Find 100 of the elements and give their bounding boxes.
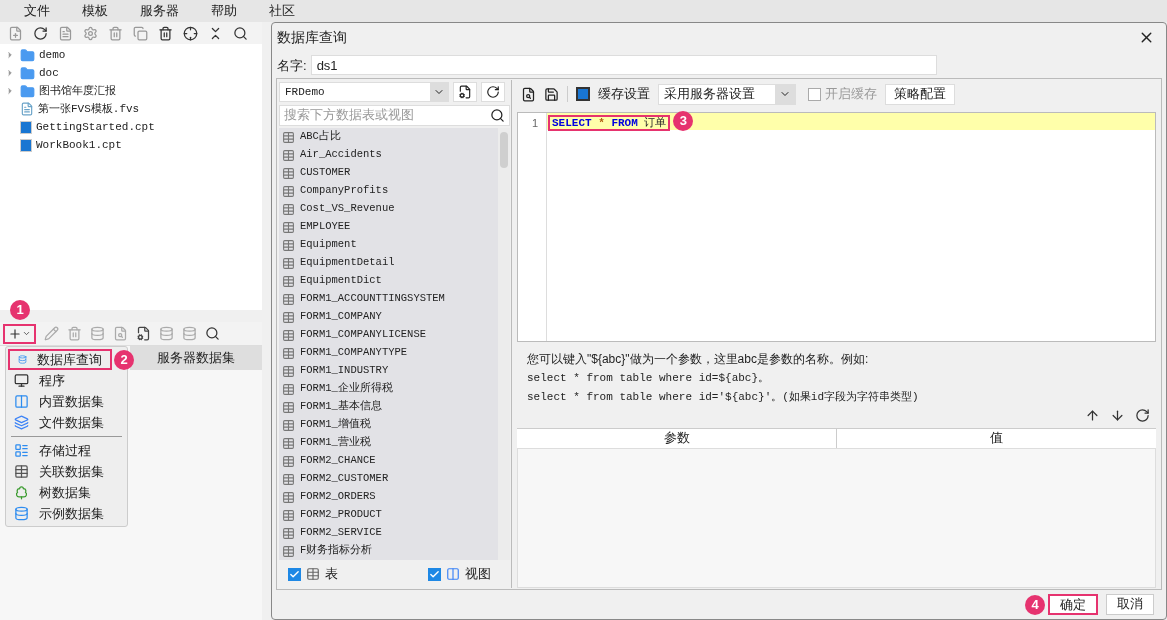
field-label: 缓存设置 <box>598 85 650 103</box>
menu-item[interactable]: 模板 <box>82 1 108 21</box>
search-icon <box>490 108 505 124</box>
menu-item[interactable]: 内置数据集 <box>6 391 127 412</box>
table-item[interactable]: FORM1_ACCOUNTTINGSYSTEM <box>300 291 445 308</box>
dialog-button[interactable]: 确定 <box>1048 594 1098 616</box>
database-icon[interactable] <box>182 326 197 341</box>
edit-connection-button[interactable] <box>453 82 477 103</box>
menu-item[interactable]: 帮助 <box>211 1 237 21</box>
database-icon <box>18 352 27 367</box>
help-text: select * from table where id='${abc}'。(如果id字段为字符串类型) <box>527 389 920 405</box>
table-item[interactable]: FORM1_营业税 <box>300 435 371 452</box>
sql-editor[interactable]: 1 SELECT * FROM 订单 3 <box>517 112 1156 343</box>
table-item[interactable]: FORM2_PRODUCT <box>300 507 382 524</box>
tree-item[interactable]: 图书馆年度汇报 <box>39 82 116 100</box>
refresh-icon[interactable] <box>33 25 48 41</box>
table-item[interactable]: EquipmentDetail <box>300 255 395 272</box>
menu-item[interactable]: 文件数据集 <box>6 412 127 433</box>
line-number: 1 <box>531 116 538 132</box>
database-icon[interactable] <box>159 326 174 341</box>
view-icon <box>446 567 460 582</box>
add-button[interactable] <box>3 323 36 344</box>
trash-icon[interactable] <box>158 25 173 41</box>
menu-item[interactable]: 数据库查询 <box>8 349 112 370</box>
tree-icon <box>14 485 29 500</box>
table-item[interactable]: EMPLOYEE <box>300 219 351 236</box>
dialog-title: 数据库查询 <box>277 28 347 48</box>
checkbox[interactable] <box>808 87 821 101</box>
folder-icon <box>20 65 35 81</box>
menu-item[interactable]: 服务器 <box>140 1 179 21</box>
search-icon[interactable] <box>205 326 220 341</box>
menu-item[interactable]: 文件 <box>24 1 50 21</box>
list-icon <box>14 443 29 458</box>
locate-icon[interactable] <box>183 25 198 41</box>
table-item[interactable]: FORM2_ORDERS <box>300 489 376 506</box>
table-item[interactable]: Air_Accidents <box>300 147 382 164</box>
cache-select[interactable]: 采用服务器设置 <box>658 83 796 105</box>
table-item[interactable]: FORM1_COMPANYTYPE <box>300 345 408 362</box>
folder-icon <box>20 47 35 63</box>
name-field[interactable]: ds1 <box>310 55 937 76</box>
annotation-number: 4 <box>1025 595 1045 616</box>
folder-icon <box>20 83 35 99</box>
table-item[interactable]: CompanyProfits <box>300 183 389 200</box>
refresh-icon[interactable] <box>1135 407 1150 423</box>
preview-icon[interactable] <box>521 86 536 102</box>
menu-item[interactable]: 社区 <box>269 1 295 21</box>
annotation-number: 1 <box>10 300 30 320</box>
connection-select[interactable]: FRDemo <box>279 82 449 103</box>
save-icon[interactable] <box>544 86 559 102</box>
policy-button[interactable]: 策略配置 <box>885 83 955 105</box>
edit-icon[interactable] <box>44 326 59 341</box>
field-label: 名字: <box>277 56 307 75</box>
checkbox[interactable] <box>288 567 301 581</box>
database-icon[interactable] <box>90 326 105 341</box>
search-field[interactable]: 搜索下方数据表或视图 <box>279 105 510 127</box>
move-down-icon[interactable] <box>1110 407 1125 423</box>
document-icon[interactable] <box>58 25 73 41</box>
refresh-button[interactable] <box>481 82 505 103</box>
dialog-button[interactable]: 取消 <box>1106 594 1154 616</box>
search-icon[interactable] <box>233 25 248 41</box>
help-text: 您可以键入"${abc}"做为一个参数，这里abc是参数的名称。例如: <box>527 351 870 369</box>
checkbox-label: 开启缓存 <box>825 85 877 103</box>
plus-icon <box>8 326 22 341</box>
table-item[interactable]: Cost_VS_Revenue <box>300 201 395 218</box>
table-item[interactable]: FORM2_SERVICE <box>300 525 382 542</box>
menu-item[interactable]: 关联数据集 <box>6 461 127 482</box>
table-item[interactable]: FORM1_基本信息 <box>300 399 382 416</box>
table-item[interactable]: FORM1_COMPANY <box>300 309 382 326</box>
menu-item[interactable]: 示例数据集 <box>6 503 127 524</box>
tree-item[interactable]: 第一张FVS模板.fvs <box>38 100 140 118</box>
refresh-icon <box>486 85 500 100</box>
sql-code: SELECT * FROM 订单 <box>548 114 671 131</box>
copy-icon[interactable] <box>133 25 148 41</box>
tree-item[interactable]: GettingStarted.cpt <box>36 118 155 136</box>
document-icon <box>20 102 34 116</box>
column-header: 值 <box>989 430 1004 448</box>
settings-icon[interactable] <box>83 25 98 41</box>
table-item[interactable]: FORM1_企业所得税 <box>300 381 393 398</box>
checkbox-label: 视图 <box>465 565 491 583</box>
table-item[interactable]: FORM1_增值税 <box>300 417 371 434</box>
checkbox[interactable] <box>428 567 441 581</box>
table-item[interactable]: F财务指标分析 <box>300 543 373 560</box>
move-up-icon[interactable] <box>1085 407 1100 423</box>
annotation-number: 3 <box>673 110 694 131</box>
tree-item[interactable]: doc <box>39 64 59 82</box>
scrollbar-thumb[interactable] <box>500 132 508 169</box>
tree-item[interactable]: demo <box>39 46 66 64</box>
table-item[interactable]: FORM1_COMPANYLICENSE <box>300 327 427 344</box>
table-item[interactable]: FORM2_CHANCE <box>300 453 376 470</box>
table-item[interactable]: Equipment <box>300 237 357 254</box>
table-item[interactable]: EquipmentDict <box>300 273 382 290</box>
tree-item[interactable]: WorkBook1.cpt <box>36 136 122 154</box>
table-item[interactable]: FORM1_INDUSTRY <box>300 363 389 380</box>
table-item[interactable]: ABC占比 <box>300 129 341 146</box>
menu-item[interactable]: 树数据集 <box>6 482 127 503</box>
menu-item[interactable]: 存储过程 <box>6 440 127 461</box>
table-item[interactable]: FORM2_CUSTOMER <box>300 471 389 488</box>
help-text: select * from table where id=${abc}。 <box>527 371 771 387</box>
table-item[interactable]: CUSTOMER <box>300 165 351 182</box>
menu-item[interactable]: 程序 <box>6 370 127 391</box>
